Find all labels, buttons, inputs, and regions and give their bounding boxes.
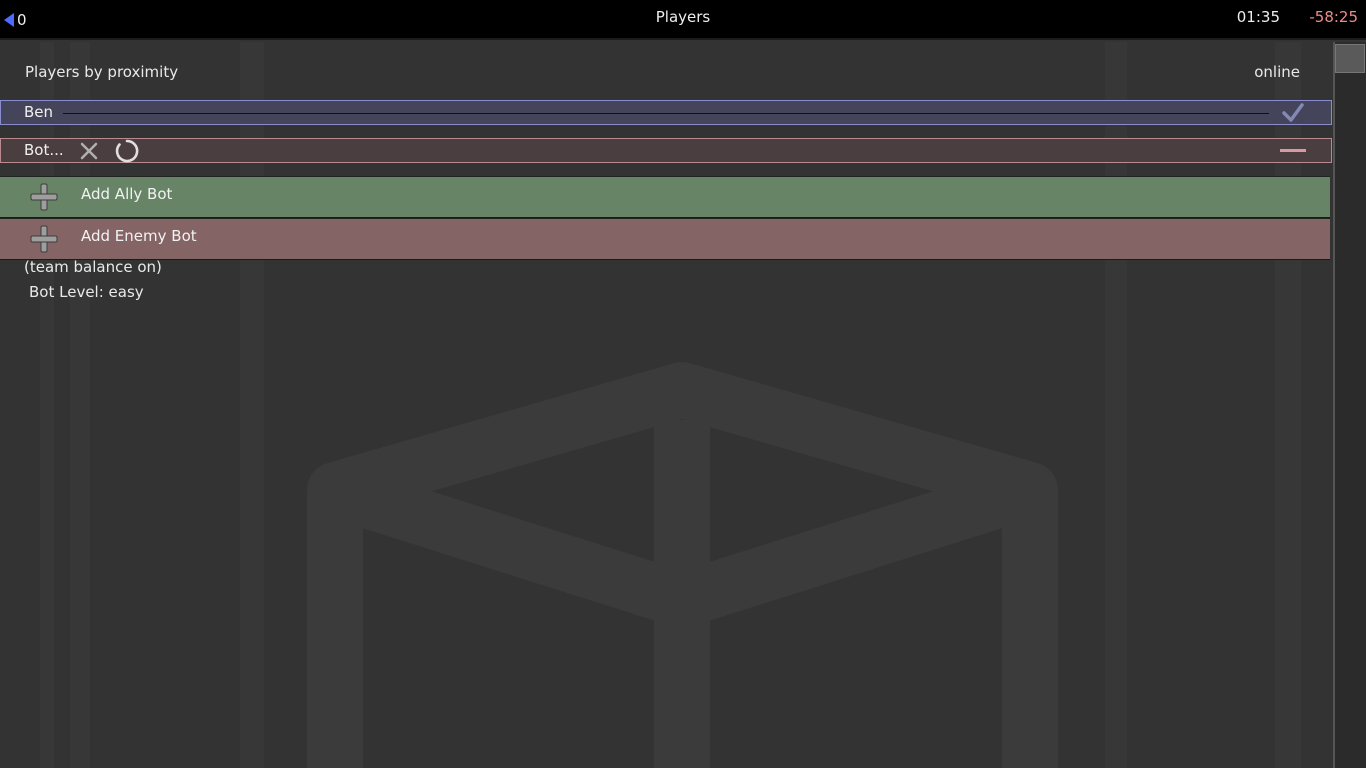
add-enemy-bot-label: Add Enemy Bot [81, 227, 197, 245]
player-row-ben[interactable]: Ben [0, 100, 1332, 125]
back-count: 0 [17, 11, 27, 29]
section-title: Players by proximity [25, 63, 179, 81]
team-balance-status: (team balance on) [24, 258, 162, 276]
scrollbar-track[interactable] [1333, 42, 1366, 768]
remove-minus-icon[interactable] [1280, 149, 1306, 152]
background-cube-graphic [307, 362, 1058, 768]
player-name: Bot... [24, 141, 64, 159]
plus-icon [30, 183, 58, 211]
row-divider-line [63, 113, 1269, 114]
add-ally-bot-label: Add Ally Bot [81, 185, 173, 203]
clock: 01:35 [1236, 8, 1280, 26]
top-bar: 0 Players 01:35 -58:25 [0, 0, 1366, 40]
page-title: Players [655, 8, 711, 26]
back-button[interactable]: 0 [4, 9, 27, 31]
kick-x-icon[interactable] [80, 142, 98, 160]
check-icon [1282, 103, 1304, 122]
scrollbar-thumb[interactable] [1335, 44, 1365, 73]
countdown-timer: -58:25 [1309, 8, 1358, 26]
player-row-bot[interactable]: Bot... [0, 138, 1332, 163]
bot-level-selector[interactable]: Bot Level: easy [29, 283, 144, 301]
back-arrow-icon [4, 13, 14, 27]
player-name: Ben [24, 103, 54, 121]
plus-icon [30, 225, 58, 253]
add-enemy-bot-button[interactable]: Add Enemy Bot [0, 218, 1330, 260]
add-ally-bot-button[interactable]: Add Ally Bot [0, 176, 1330, 218]
online-status-label: online [1254, 63, 1300, 81]
loading-spinner-icon [115, 139, 139, 163]
players-screen: 0 Players 01:35 -58:25 Players by proxim… [0, 0, 1366, 768]
